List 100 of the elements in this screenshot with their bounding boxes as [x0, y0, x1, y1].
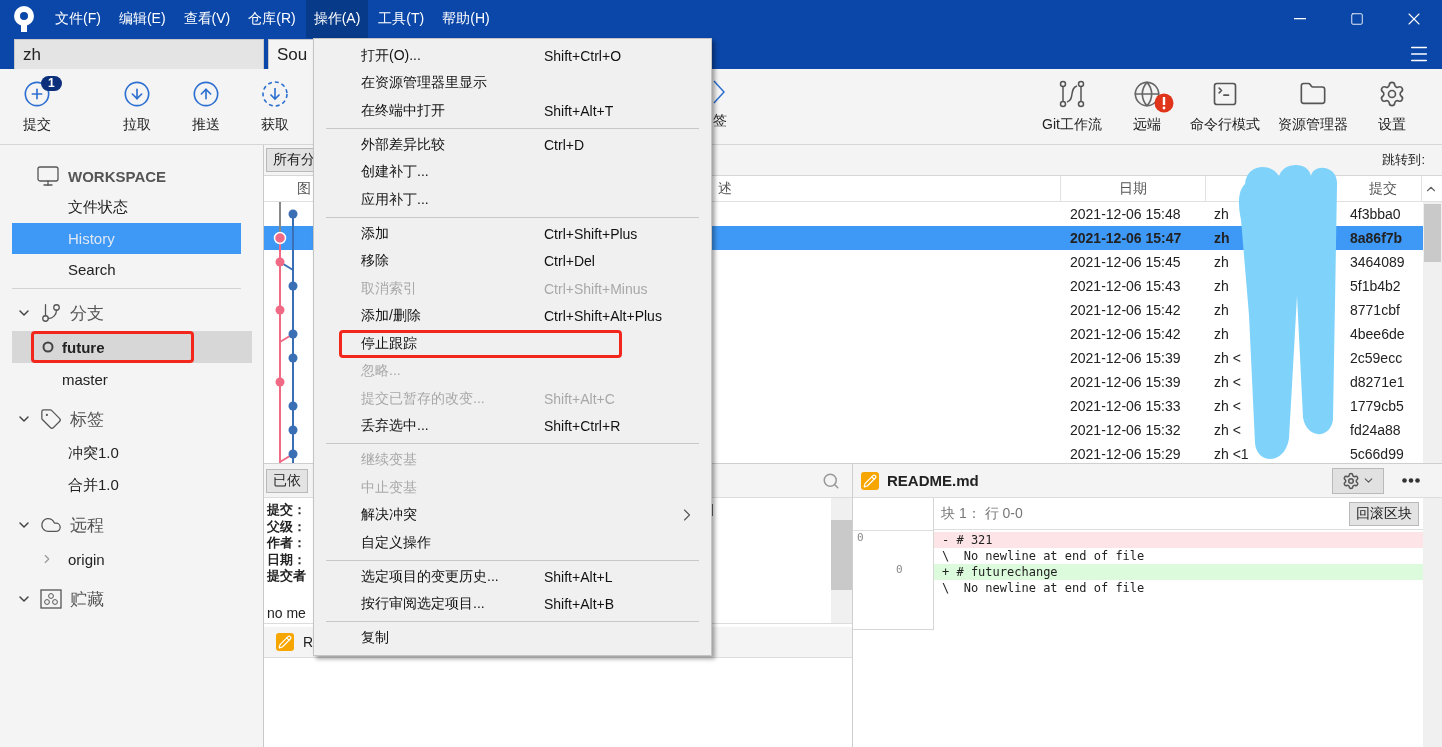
commit-row[interactable]: 2021-12-06 15:48 zh 4f3bba0: [711, 202, 1423, 226]
diff-line: \ No newline at end of file: [941, 548, 1146, 564]
table-cell-text: 2021-12-06 15:39: [1069, 350, 1182, 366]
menu-item[interactable]: 移除 Ctrl+Del: [314, 247, 711, 275]
table-cell-text: 2021-12-06 15:39: [1069, 374, 1182, 390]
commit-dot[interactable]: [288, 425, 298, 435]
menu-item[interactable]: 添加 Ctrl+Shift+Plus: [314, 220, 711, 248]
sidebar-item[interactable]: 文件状态: [12, 192, 241, 223]
commit-row[interactable]: 2021-12-06 15:45 zh 3464089: [711, 250, 1423, 274]
commit-row[interactable]: 2021-12-06 15:32 zh < fd24a88: [711, 418, 1423, 442]
commit-row[interactable]: 2021-12-06 15:43 zh 5f1b4b2: [711, 274, 1423, 298]
table-cell-text: zh: [1213, 278, 1230, 294]
view-button[interactable]: 已依: [266, 468, 308, 493]
section-title: 贮藏: [70, 588, 104, 611]
commit-dot[interactable]: [275, 257, 285, 267]
search-icon[interactable]: [822, 471, 840, 490]
commit-dot[interactable]: [288, 401, 298, 411]
sidebar-item[interactable]: origin: [12, 543, 252, 575]
table-cell-text: zh <1: [1213, 446, 1250, 462]
commit-row[interactable]: 2021-12-06 15:29 zh <1 5c66d99: [711, 442, 1423, 463]
menu-item[interactable]: 停止跟踪: [314, 330, 711, 358]
commit-dot[interactable]: [275, 305, 285, 315]
monitor-icon: [36, 164, 60, 188]
menu-title[interactable]: 查看(V): [175, 0, 239, 38]
menu-item[interactable]: 自定义操作: [314, 529, 711, 557]
scrollbar[interactable]: [1423, 202, 1442, 463]
menu-title[interactable]: 工具(T): [370, 0, 433, 38]
menu-item[interactable]: 在资源管理器里显示: [314, 69, 711, 97]
commit-row[interactable]: 2021-12-06 15:39 zh < 2c59ecc: [711, 346, 1423, 370]
toolbar-button[interactable]: 推送: [172, 69, 240, 144]
download-icon: [261, 80, 289, 108]
scrollbar[interactable]: [831, 498, 852, 623]
table-cell-text: zh: [1213, 302, 1230, 318]
commit-row[interactable]: 2021-12-06 15:42 zh 8771cbf: [711, 298, 1423, 322]
commit-row[interactable]: 2021-12-06 15:33 zh < 1779cb5: [711, 394, 1423, 418]
modified-file-icon: [276, 633, 294, 651]
section-title: WORKSPACE: [68, 167, 167, 185]
toolbar-button[interactable]: 拉取: [103, 69, 171, 144]
sidebar-item[interactable]: 冲突1.0: [12, 437, 252, 469]
sidebar-item[interactable]: master: [12, 363, 252, 395]
menu-item[interactable]: 丢弃选中... Shift+Ctrl+R: [314, 412, 711, 440]
menu-item[interactable]: 复制: [314, 624, 711, 652]
menu-item[interactable]: 添加/删除 Ctrl+Shift+Alt+Plus: [314, 302, 711, 330]
commit-dot[interactable]: [288, 353, 298, 363]
sidebar-item[interactable]: Search: [12, 254, 241, 285]
commit-dot[interactable]: [288, 209, 298, 219]
settings-dropdown[interactable]: [1332, 467, 1384, 494]
branch-icon: [40, 302, 62, 324]
menu-item[interactable]: 按行审阅选定项目... Shift+Alt+B: [314, 590, 711, 618]
field-label: 作者：: [267, 535, 306, 552]
menu-title[interactable]: 编辑(E): [110, 0, 174, 38]
menu-title[interactable]: 帮助(H): [434, 0, 498, 38]
git-flow-icon: [1058, 80, 1086, 108]
toolbar-button[interactable]: 资源管理器: [1266, 69, 1360, 144]
toolbar-button[interactable]: 设置: [1360, 69, 1424, 144]
table-cell-text: 2021-12-06 15:45: [1069, 254, 1182, 270]
field-label: 提交：: [267, 502, 306, 519]
table-cell-text: zh: [1213, 254, 1230, 270]
commit-row[interactable]: 2021-12-06 15:39 zh < d8271e1: [711, 370, 1423, 394]
menu-title[interactable]: 仓库(R): [240, 0, 304, 38]
maximize-icon: [1349, 12, 1364, 26]
commit-dot[interactable]: [275, 377, 285, 387]
line-number: 0: [896, 563, 903, 576]
jump-label: 跳转到:: [1382, 151, 1425, 169]
toolbar-button[interactable]: 获取: [241, 69, 309, 144]
repo-tab[interactable]: zh: [14, 39, 264, 69]
commit-dot[interactable]: [288, 329, 298, 339]
menu-item[interactable]: 选定项目的变更历史... Shift+Alt+L: [314, 563, 711, 591]
toolbar-button[interactable]: 签: [713, 69, 743, 144]
toolbar-button[interactable]: 命令行模式: [1184, 69, 1266, 144]
table-cell-text: 2021-12-06 15:43: [1069, 278, 1182, 294]
discard-hunk-button[interactable]: 回滚区块: [1349, 501, 1419, 526]
table-cell-text: 2021-12-06 15:48: [1069, 206, 1182, 222]
menu-title[interactable]: 操作(A): [305, 0, 369, 38]
toolbar-button[interactable]: 远端: [1110, 69, 1184, 144]
menu-item[interactable]: 在终端中打开 Shift+Alt+T: [314, 97, 711, 125]
table-cell-text: 5c66d99: [1349, 446, 1405, 462]
field-label: 提交者: [267, 568, 306, 585]
commit-dot[interactable]: [288, 449, 298, 459]
menu-title[interactable]: 文件(F): [47, 0, 109, 38]
table-cell-text: zh <: [1213, 374, 1242, 390]
table-cell-text: zh: [1213, 326, 1230, 342]
modified-file-icon: [861, 471, 879, 490]
table-cell-text: 8771cbf: [1349, 302, 1401, 318]
commit-dot[interactable]: [273, 231, 287, 245]
scrollbar[interactable]: [1423, 498, 1442, 747]
table-cell-text: 4f3bba0: [1349, 206, 1402, 222]
table-cell-text: 3464089: [1349, 254, 1406, 270]
commit-row[interactable]: 2021-12-06 15:42 zh 4bee6de: [711, 322, 1423, 346]
table-cell-text: zh <: [1213, 398, 1242, 414]
sidebar-item[interactable]: future: [12, 331, 252, 363]
menu-item[interactable]: 解决冲突: [314, 501, 711, 529]
sidebar-item[interactable]: 合并1.0: [12, 469, 252, 501]
commit-dot[interactable]: [288, 281, 298, 291]
table-cell-text: zh <: [1213, 350, 1242, 366]
field-label: 父级：: [267, 518, 306, 535]
diff-line: \ No newline at end of file: [941, 580, 1146, 596]
toolbar-button[interactable]: 1 提交: [3, 69, 71, 144]
toolbar-button[interactable]: Git工作流: [1034, 69, 1110, 144]
field-label: 日期：: [267, 551, 306, 568]
